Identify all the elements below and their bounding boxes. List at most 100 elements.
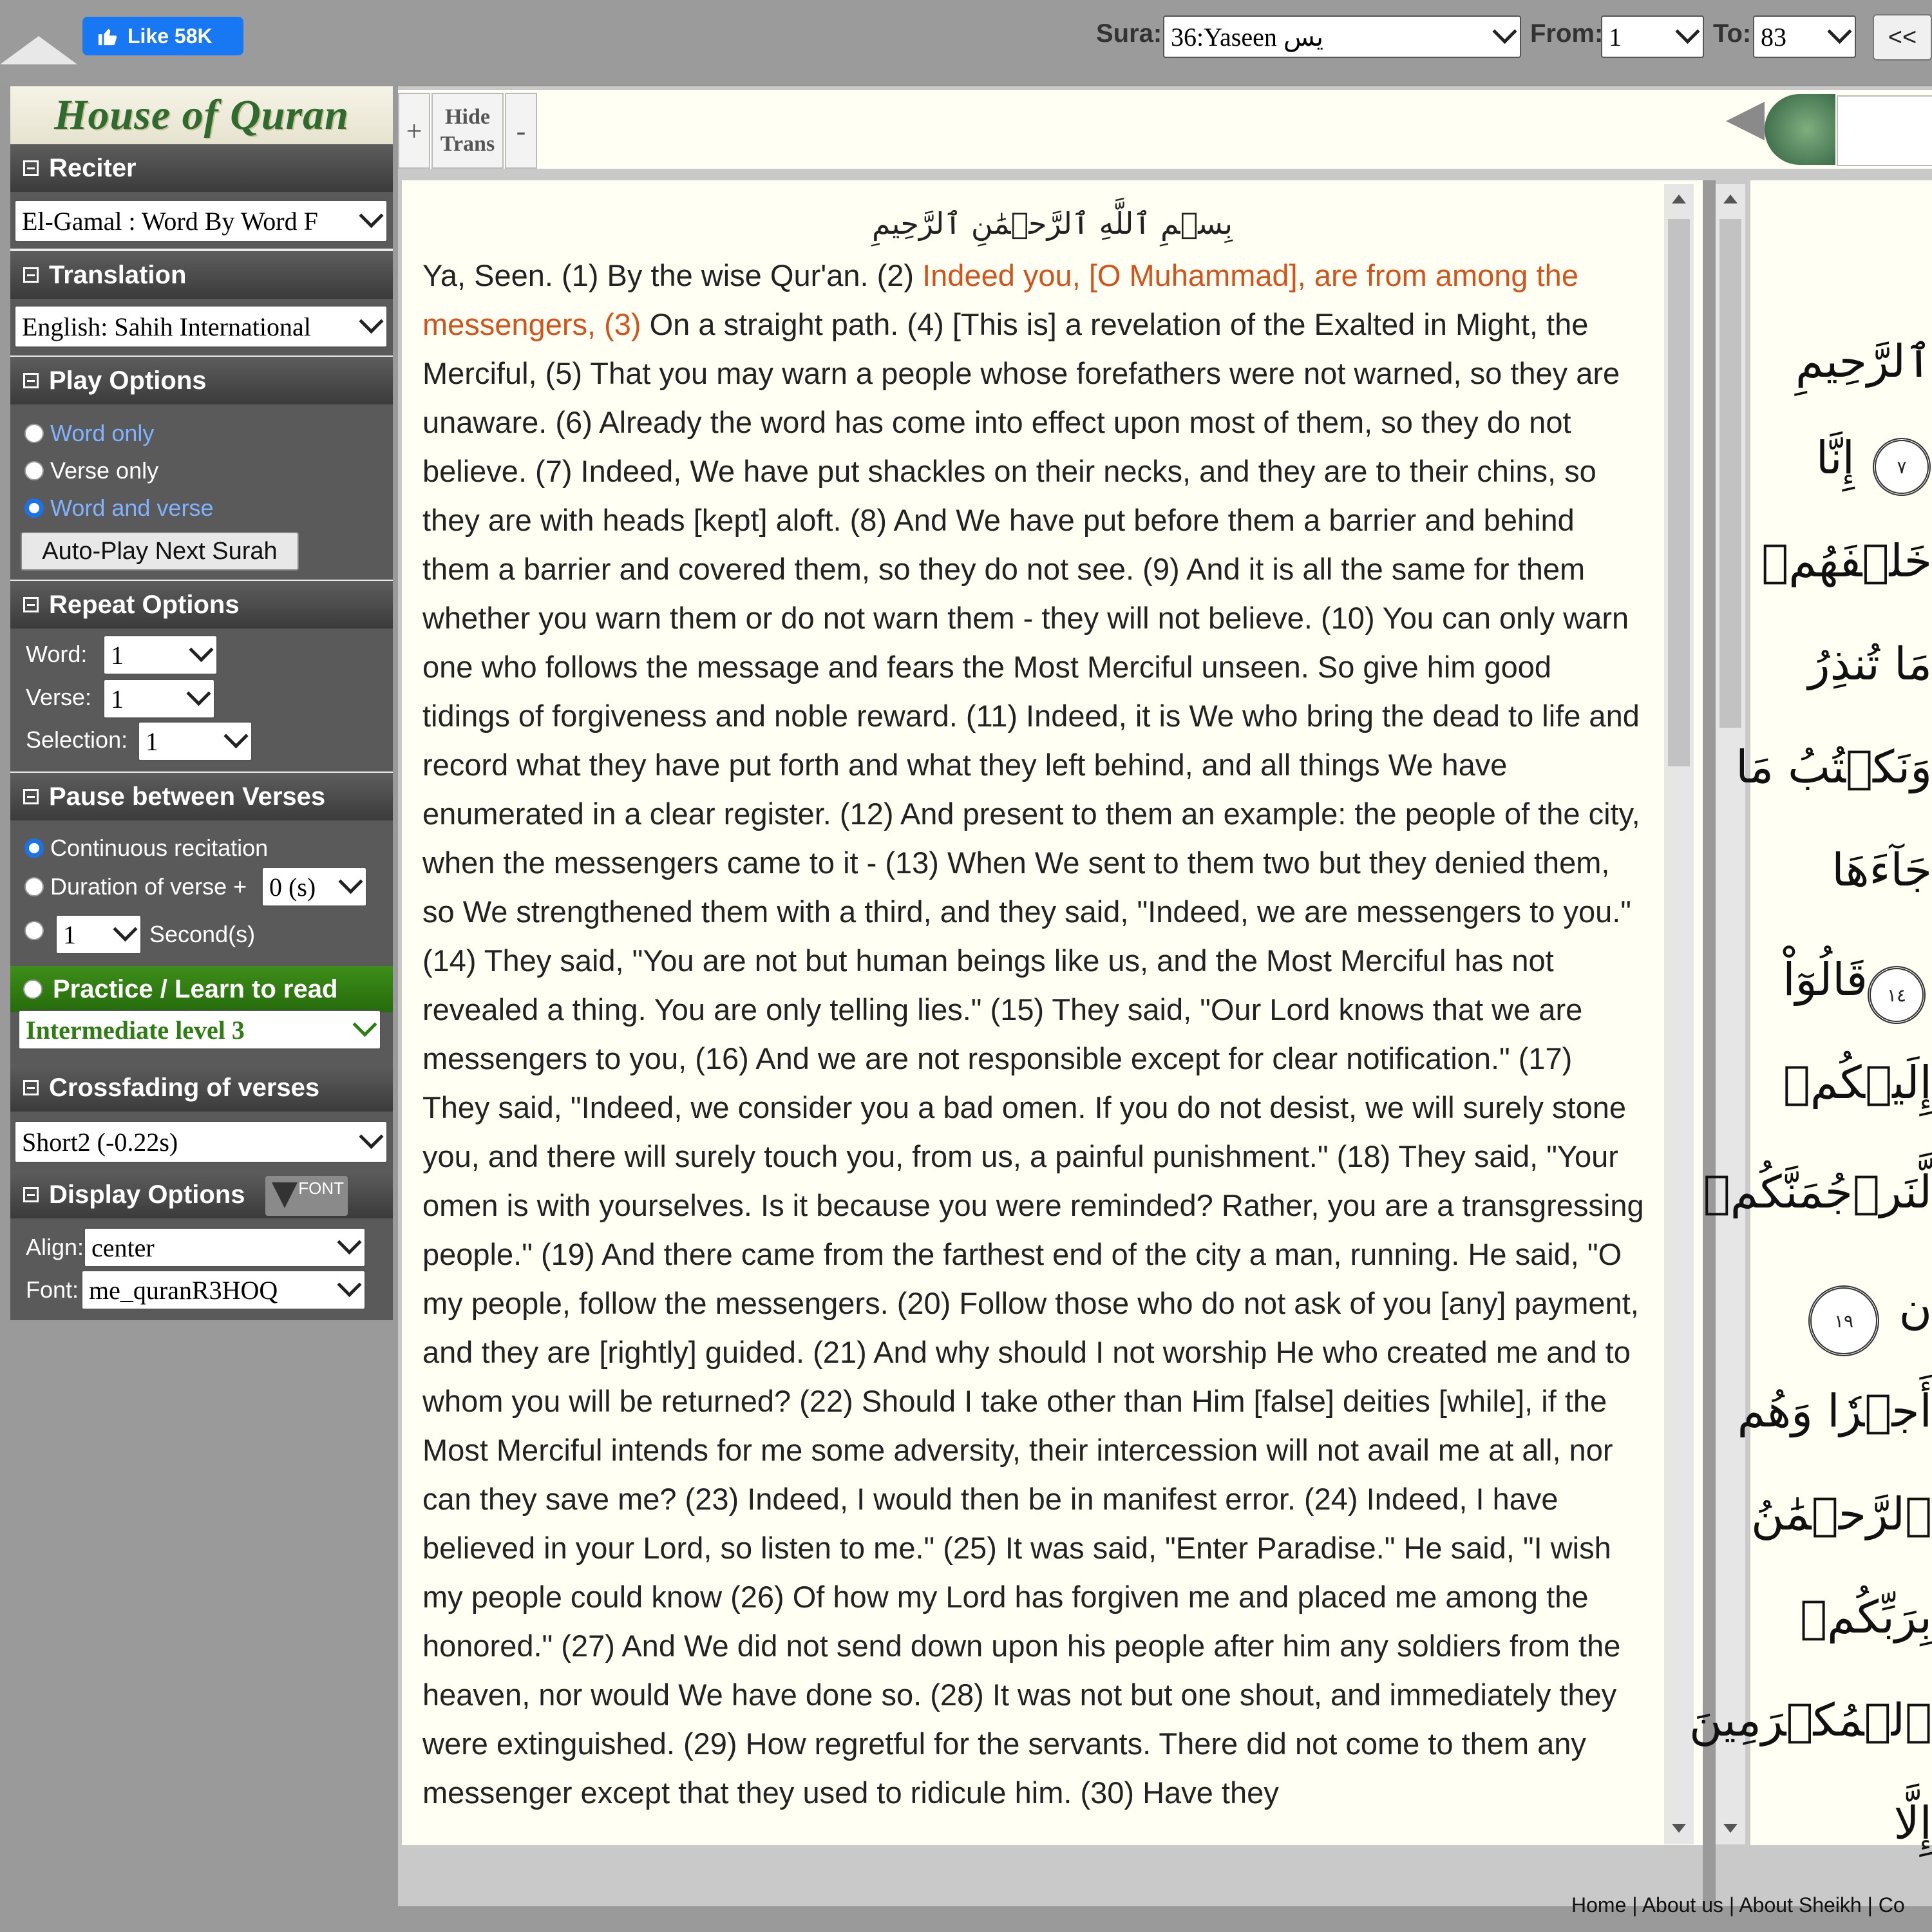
like-count-label: Like 58K [128,24,213,48]
translation-header[interactable]: Translation [10,251,393,299]
facebook-like-button[interactable]: Like 58K [82,17,243,55]
verse-number-marker: ٧ [1873,438,1931,496]
section-title: Reciter [49,153,137,182]
play-word-only-option[interactable]: Word only [24,420,154,447]
duration-option[interactable]: Duration of verse + [24,873,247,900]
scroll-down-arrow-icon[interactable] [1672,1824,1686,1833]
play-options-header[interactable]: Play Options [10,357,393,404]
practice-radio[interactable] [23,980,43,999]
align-select[interactable]: center [84,1227,366,1267]
crossfade-header[interactable]: Crossfading of verses [10,1064,393,1112]
duration-select[interactable]: 0 (s) [261,867,367,907]
trans-label: Trans [440,132,495,156]
previous-button[interactable]: << [1873,14,1932,61]
arabic-line[interactable]: ن [1899,1282,1932,1334]
collapse-icon [23,160,39,176]
chevron-down-icon [338,869,363,894]
font-label: Font: [26,1276,79,1303]
scroll-up-arrow-icon[interactable] [1672,194,1686,204]
from-select[interactable]: 1 [1601,15,1704,58]
arabic-scroll-thumb[interactable] [1719,219,1741,728]
arabic-line[interactable]: ٱلرَّحۡمَٰنُ [1751,1488,1932,1540]
seconds-radio[interactable] [24,921,44,940]
chevron-down-icon [113,916,138,942]
arabic-line[interactable]: خَلۡفَهُمۡ [1761,535,1932,587]
practice-header[interactable]: Practice / Learn to read [10,966,393,1012]
verses-4-onward[interactable]: On a straight path. (4) [This is] a reve… [422,307,1644,1810]
practice-level-select[interactable]: Intermediate level 3 [18,1010,381,1050]
arabic-line[interactable]: لَّنَرۡجُمَنَّكُمۡ [1703,1166,1932,1218]
sura-select[interactable]: 36:Yaseen يس [1163,15,1521,58]
chevron-down-icon [352,1012,377,1037]
pause-header[interactable]: Pause between Verses [10,773,393,820]
to-value: 83 [1761,22,1786,52]
scroll-down-arrow-icon[interactable] [1723,1824,1738,1833]
download-arrow-icon [272,1182,298,1208]
ornament-frame [1837,95,1932,166]
section-title: Display Options [49,1180,245,1209]
translation-select[interactable]: English: Sahih International [14,305,388,348]
seconds-select[interactable]: 1 [55,914,142,954]
arabic-line[interactable]: بِرَبِّكُمۡ [1800,1591,1932,1643]
option-label: Word and verse [50,495,214,521]
panel-divider[interactable] [1703,180,1716,1906]
from-value: 1 [1609,22,1622,52]
repeat-selection-select[interactable]: 1 [138,721,252,761]
zoom-out-button[interactable]: - [505,93,537,169]
arabic-line[interactable]: ٱلۡمُكۡرَمِينَ [1689,1694,1932,1747]
arabic-line[interactable]: قَالُوٓاْ [1783,953,1868,1006]
reciter-header[interactable]: Reciter [10,144,393,192]
crossfade-select[interactable]: Short2 (-0.22s) [14,1121,388,1163]
verse-number-marker: ١٤ [1868,966,1926,1024]
verses-1-2[interactable]: Ya, Seen. (1) By the wise Qur'an. (2) [422,258,922,292]
arabic-line[interactable]: مَا تُنذِرُ [1808,638,1932,690]
arabic-line[interactable]: إِلَيۡكُمۡ [1783,1056,1932,1109]
section-title: Pause between Verses [49,782,326,811]
hide-translation-button[interactable]: Hide Trans [431,93,504,169]
continuous-recitation-option[interactable]: Continuous recitation [24,835,268,862]
autoplay-next-surah-button[interactable]: Auto-Play Next Surah [21,532,299,571]
radio-button-selected[interactable] [24,498,44,518]
arabic-line[interactable]: إِلَّا [1894,1797,1932,1850]
repeat-word-select[interactable]: 1 [103,635,218,675]
font-download-button[interactable]: FONT [265,1176,348,1216]
seconds-label: Second(s) [149,921,256,947]
section-title: Repeat Options [49,590,240,619]
site-logo[interactable]: House of Quran [10,86,393,144]
play-verse-only-option[interactable]: Verse only [24,457,158,484]
to-select[interactable]: 83 [1753,15,1856,58]
repeat-options-header[interactable]: Repeat Options [10,581,393,629]
translation-scroll-thumb[interactable] [1668,219,1690,766]
from-label: From: [1530,19,1604,48]
section-title: Translation [49,260,187,289]
arabic-line[interactable]: إِنَّا [1816,431,1855,484]
arabic-line[interactable]: وَنَكۡتُبُ مَا [1736,741,1932,793]
chevron-down-icon [1827,19,1852,44]
collapse-icon [23,267,39,283]
font-value: me_quranR3HOQ [89,1275,278,1305]
font-select[interactable]: me_quranR3HOQ [81,1270,366,1310]
duration-value: 0 (s) [269,872,316,902]
repeat-verse-select[interactable]: 1 [103,679,215,719]
radio-button[interactable] [24,877,44,896]
arabic-line[interactable]: جَآءَهَا [1832,844,1932,896]
arabic-line[interactable]: أَجۡرٗا وَهُم [1738,1385,1932,1437]
play-word-and-verse-option[interactable]: Word and verse [24,495,213,522]
scroll-top-arrow-icon[interactable] [0,36,77,64]
font-badge-label: FONT [298,1179,344,1198]
scroll-up-arrow-icon[interactable] [1723,194,1738,204]
align-label: Align: [26,1234,84,1260]
footer-links[interactable]: Home | About us | About Sheikh | Co [1571,1893,1932,1932]
reciter-value: El-Gamal : Word By Word F [22,206,318,236]
thumbs-up-icon [98,28,117,46]
radio-button-selected[interactable] [24,838,44,858]
arabic-line[interactable]: ٱلرَّحِيمِ [1795,335,1932,388]
radio-button[interactable] [24,461,44,480]
chevron-down-icon [186,681,211,706]
reciter-select[interactable]: El-Gamal : Word By Word F [14,200,388,242]
translation-value: English: Sahih International [22,312,311,341]
zoom-in-button[interactable]: + [398,93,430,169]
collapse-icon [23,597,39,612]
collapse-icon [23,1187,39,1202]
radio-button[interactable] [24,424,44,443]
